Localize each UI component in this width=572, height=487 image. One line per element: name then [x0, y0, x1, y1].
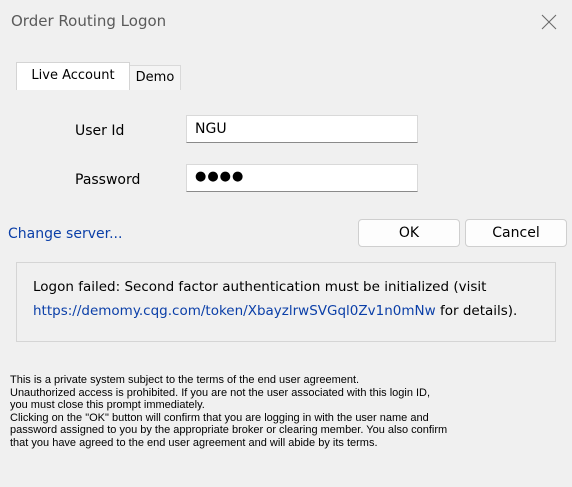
- error-message-suffix: for details).: [435, 303, 518, 319]
- token-url-link[interactable]: https://demomy.cqg.com/token/XbayzlrwSVG…: [33, 303, 436, 319]
- password-label: Password: [75, 172, 141, 188]
- disclaimer-line: you must close this prompt immediately.: [10, 399, 205, 412]
- error-message-line-2: https://demomy.cqg.com/token/XbayzlrwSVG…: [33, 303, 517, 319]
- disclaimer-line: Unauthorized access is prohibited. If yo…: [10, 386, 431, 399]
- disclaimer-line: that you have agreed to the end user agr…: [10, 436, 378, 449]
- disclaimer-line: password assigned to you by the appropri…: [10, 424, 448, 437]
- user-id-input[interactable]: NGU: [186, 115, 418, 143]
- disclaimer-line: Clicking on the "OK" button will confirm…: [10, 411, 429, 424]
- user-id-label: User Id: [75, 123, 125, 139]
- error-message-line: Logon failed: Second factor authenticati…: [33, 279, 487, 295]
- close-button[interactable]: [526, 0, 572, 46]
- cancel-button[interactable]: Cancel: [465, 219, 567, 247]
- tab-live-account[interactable]: Live Account: [16, 62, 130, 90]
- error-message-box: Logon failed: Second factor authenticati…: [16, 262, 556, 342]
- password-input[interactable]: ●●●●: [186, 164, 418, 192]
- ok-button[interactable]: OK: [358, 219, 460, 247]
- change-server-link[interactable]: Change server...: [8, 226, 122, 242]
- order-routing-logon-dialog: Order Routing Logon Live Account Demo Us…: [0, 0, 572, 487]
- close-icon: [541, 14, 557, 30]
- title-bar: Order Routing Logon: [0, 0, 572, 46]
- tab-demo[interactable]: Demo: [130, 65, 181, 90]
- disclaimer-text: This is a private system subject to the …: [10, 374, 565, 450]
- window-title: Order Routing Logon: [11, 12, 167, 30]
- disclaimer-line: This is a private system subject to the …: [10, 374, 360, 386]
